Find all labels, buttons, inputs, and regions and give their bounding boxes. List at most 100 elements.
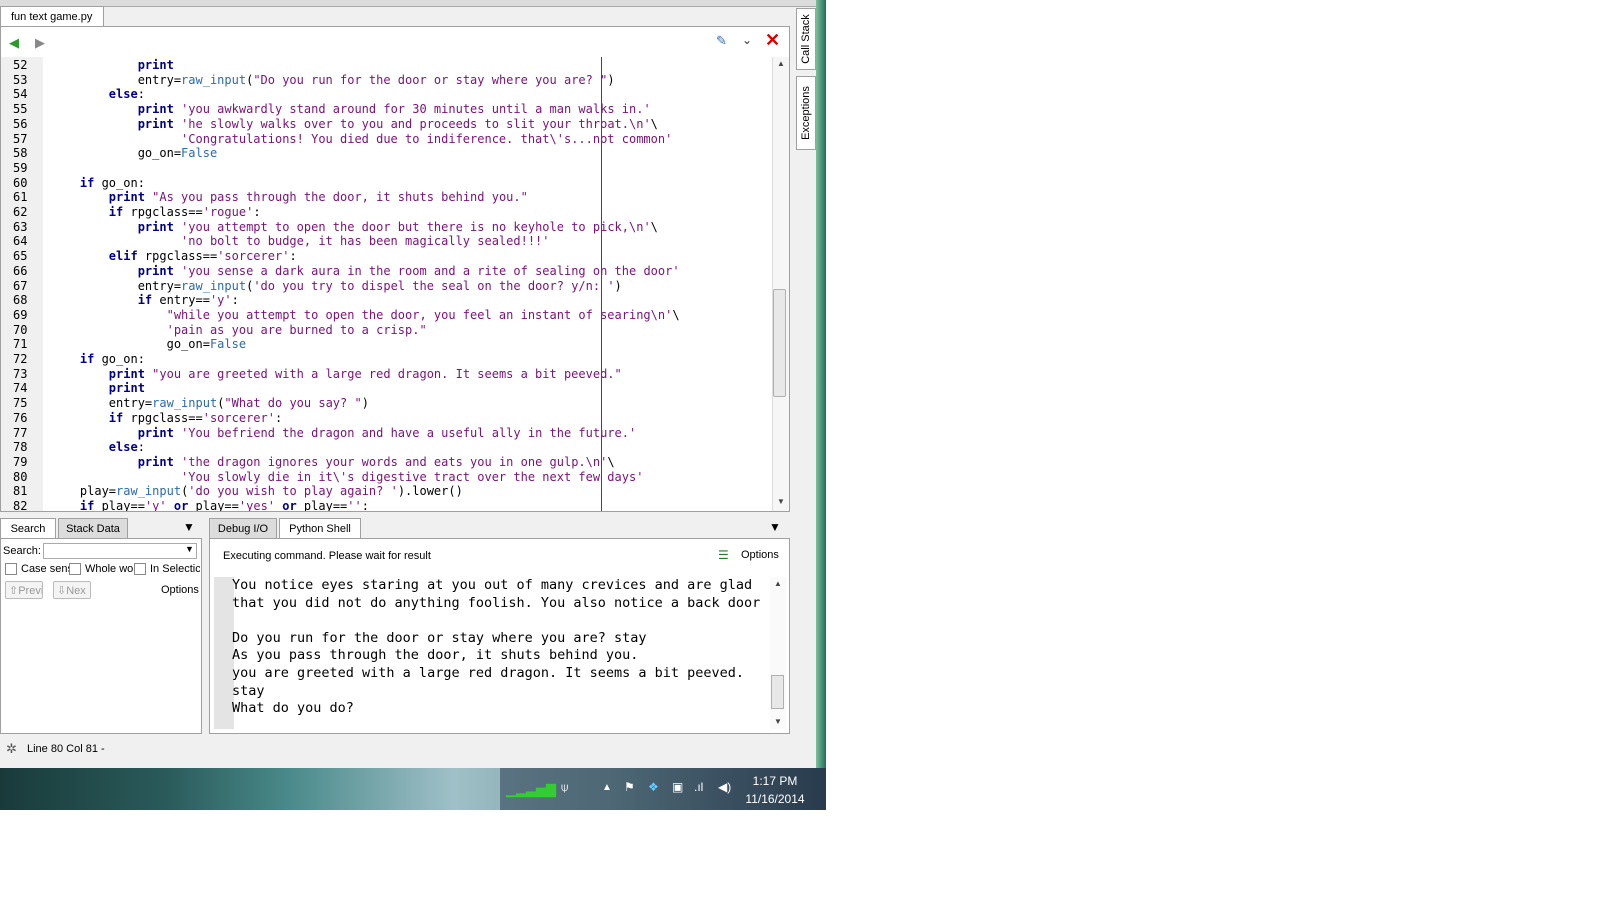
line-number: 80 (13, 469, 28, 484)
code-text: else: (108, 87, 145, 102)
action-center-flag-icon[interactable]: ⚑ (624, 780, 635, 794)
code-text: print (137, 58, 174, 72)
shell-output[interactable]: You notice eyes staring at you out of ma… (232, 577, 770, 718)
shell-scroll-thumb[interactable] (771, 675, 784, 709)
tab-search[interactable]: Search (0, 518, 56, 538)
code-editor[interactable]: 52 print 53 entry=raw_input("Do you run f… (1, 57, 773, 511)
status-bar: ✲ Line 80 Col 81 - (0, 738, 816, 760)
search-options-button[interactable]: Options (161, 584, 199, 596)
search-input[interactable] (43, 543, 197, 559)
line-number: 77 (13, 425, 28, 440)
clock-date[interactable]: 11/16/2014 (740, 792, 810, 806)
edge-line-marker (601, 57, 602, 511)
volume-icon[interactable]: ◀) (718, 780, 731, 794)
scroll-down-icon[interactable]: ▼ (774, 717, 782, 726)
search-label: Search: (3, 545, 41, 557)
line-number: 56 (13, 116, 28, 131)
line-number: 68 (13, 293, 28, 308)
search-dropdown-icon[interactable]: ▼ (185, 544, 194, 554)
tab-python-shell[interactable]: Python Shell (279, 518, 361, 538)
window-border (816, 0, 826, 768)
line-number: 57 (13, 131, 28, 146)
line-number: 70 (13, 322, 28, 337)
code-text: print 'the dragon ignores your words and… (137, 454, 615, 469)
line-number: 61 (13, 190, 28, 205)
shell-options-button[interactable]: Options (741, 549, 779, 561)
code-text: 'Congratulations! You died due to indife… (181, 131, 673, 146)
editor-panel: ◀ ▶ ✎ ⌄ ✕ 52 print 53 entry=raw_input("Do… (0, 26, 790, 512)
code-text: entry=raw_input('do you try to dispel th… (51, 278, 622, 293)
editor-scrollbar[interactable]: ▲ ▼ (772, 57, 789, 511)
code-text: else: (108, 440, 145, 455)
power-icon[interactable]: ▣ (672, 780, 683, 794)
cursor-position: Line 80 Col 81 - (27, 743, 105, 755)
next-arrow-icon: ⇩ (57, 585, 67, 597)
network-bars-icon[interactable]: .ıl (694, 780, 703, 794)
signal-meter-icon[interactable]: ▁▂▃▅▇ (506, 782, 556, 798)
code-text: 'You slowly die in it\'s digestive tract… (181, 469, 644, 484)
code-text: if go_on: (79, 352, 145, 366)
previous-arrow-icon: ⇧ (9, 585, 19, 597)
code-text: print "you are greeted with a large red … (108, 366, 622, 381)
chevron-down-icon[interactable]: ⌄ (742, 33, 752, 47)
code-text: print 'you attempt to open the door but … (137, 219, 658, 234)
whole-word-checkbox[interactable] (69, 563, 81, 575)
panel-menu-icon[interactable]: ▼ (769, 520, 781, 534)
dropbox-icon[interactable]: ❖ (648, 780, 659, 794)
tab-stack-data[interactable]: Stack Data (58, 518, 128, 538)
tab-file[interactable]: fun text game.py (0, 6, 104, 26)
line-number: 62 (13, 205, 28, 219)
case-sensitive-checkbox[interactable] (5, 563, 17, 575)
code-text: "while you attempt to open the door, you… (166, 307, 680, 322)
panel-menu-icon[interactable]: ▼ (183, 520, 195, 534)
line-number: 78 (13, 440, 28, 455)
next-button[interactable]: ⇩Nex (53, 581, 91, 599)
forward-arrow-icon[interactable]: ▶ (35, 35, 45, 51)
code-text: play=raw_input('do you wish to play agai… (51, 484, 463, 499)
code-text: print 'You befriend the dragon and have … (137, 425, 637, 440)
code-text: if entry=='y': (137, 293, 239, 308)
line-number: 71 (13, 337, 28, 352)
line-number: 69 (13, 307, 28, 322)
side-tabs: Call Stack Exceptions (796, 8, 816, 150)
in-selection-checkbox[interactable] (134, 563, 146, 575)
shell-status: Executing command. Please wait for resul… (223, 550, 431, 562)
code-text: if rpgclass=='sorcerer': (108, 410, 283, 425)
shell-body: Executing command. Please wait for resul… (209, 538, 790, 734)
line-number: 73 (13, 366, 28, 381)
wireless-icon[interactable]: ⍦ (561, 780, 568, 795)
scroll-up-icon[interactable]: ▲ (774, 579, 782, 588)
code-text: entry=raw_input("What do you say? ") (51, 396, 369, 411)
line-number: 63 (13, 219, 28, 234)
shell-panel: Debug I/O Python Shell ▼ Executing comma… (209, 518, 790, 734)
line-number: 53 (13, 72, 28, 87)
code-text: 'pain as you are burned to a crisp." (166, 322, 427, 337)
clock-time[interactable]: 1:17 PM (740, 774, 810, 788)
tab-exceptions[interactable]: Exceptions (796, 76, 816, 150)
back-arrow-icon[interactable]: ◀ (9, 35, 19, 51)
search-panel: Search Stack Data ▼ Search: ▼ Case sens … (0, 518, 202, 734)
bug-icon: ✲ (6, 741, 17, 756)
whole-word-label: Whole wo (85, 563, 133, 575)
shell-scrollbar[interactable]: ▲ ▼ (770, 577, 786, 729)
code-text: if rpgclass=='rogue': (108, 205, 261, 219)
close-icon[interactable]: ✕ (765, 30, 780, 51)
code-text: if play=='y' or play=='yes' or play=='': (79, 499, 369, 511)
tab-call-stack[interactable]: Call Stack (796, 8, 816, 70)
code-text: print 'you sense a dark aura in the room… (137, 263, 680, 278)
in-selection-label: In Selectic (150, 563, 200, 575)
previous-button[interactable]: ⇧Previc (5, 581, 43, 599)
code-text: go_on=False (51, 146, 218, 161)
scroll-down-icon[interactable]: ▼ (777, 497, 785, 506)
show-hidden-icons-icon[interactable]: ▲ (602, 782, 612, 793)
pin-icon[interactable]: ✎ (716, 33, 727, 49)
tab-debug-io[interactable]: Debug I/O (209, 518, 277, 538)
line-number: 58 (13, 146, 28, 161)
scroll-up-icon[interactable]: ▲ (777, 59, 785, 68)
line-number: 52 (13, 58, 28, 72)
line-number: 72 (13, 352, 28, 366)
tab-exceptions-label: Exceptions (800, 86, 812, 140)
line-number: 79 (13, 454, 28, 469)
editor-scroll-thumb[interactable] (773, 289, 786, 397)
line-number: 55 (13, 102, 28, 117)
